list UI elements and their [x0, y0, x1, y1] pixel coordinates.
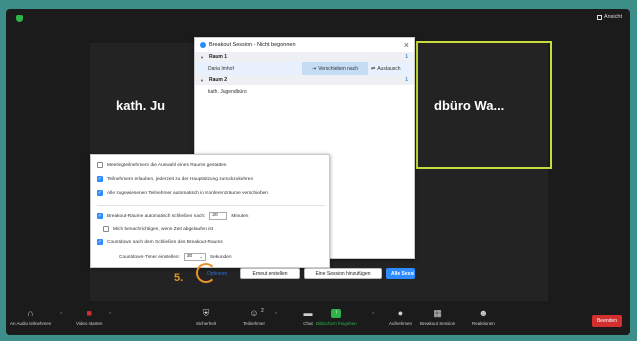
collapse-triangle-icon[interactable]: ▼: [200, 78, 204, 83]
option-label: Countdown nach dem Schließen des Breakou…: [107, 239, 223, 245]
reactions-icon: ☻: [478, 308, 489, 318]
video-options-caret-icon[interactable]: ⌃: [108, 312, 112, 318]
zoom-app-icon: [200, 42, 206, 48]
chat-label: Chat: [303, 321, 313, 326]
join-audio-label: An Audio teilnehmen: [10, 321, 52, 326]
countdown-value: 30: [186, 254, 193, 259]
participants-icon: ☺: [249, 308, 259, 318]
checkbox[interactable]: [97, 162, 103, 168]
add-session-button[interactable]: Eine Session hinzufügen: [304, 268, 382, 279]
breakout-session-label: Breakout Session: [420, 321, 456, 326]
recreate-button[interactable]: Erneut erstellen: [240, 268, 300, 279]
step-number-annotation: 5.: [174, 272, 184, 284]
top-bar: Ansicht: [6, 9, 630, 27]
highlight-circle-annotation: [196, 263, 216, 283]
reactions-button[interactable]: ☻ Reaktionen: [472, 308, 495, 327]
checkbox-checked[interactable]: ✓: [97, 239, 103, 245]
headphones-icon: ∩: [27, 308, 34, 318]
checkbox[interactable]: [103, 226, 109, 232]
move-to-button[interactable]: ⇥ Verschieben nach: [302, 62, 368, 75]
countdown-select[interactable]: 30 ⌄: [183, 253, 206, 261]
room-count: 1: [405, 77, 408, 83]
option-label: Alle zugewiesenen Teilnehmer automatisch…: [107, 190, 268, 196]
view-button[interactable]: Ansicht: [596, 14, 622, 20]
share-screen-label: Bildschirm freigeben: [316, 321, 357, 326]
seconds-label: Sekunden: [209, 254, 232, 260]
start-video-button[interactable]: ■ Video starten: [76, 308, 103, 327]
participants-caret-icon[interactable]: ⌃: [274, 312, 278, 318]
shield-icon: ⛨: [202, 308, 210, 318]
countdown-timer-row: Countdown-Timer einstellen: 30 ⌄ Sekunde…: [119, 253, 232, 261]
participant-name: kath. Jugendbüro: [208, 88, 247, 95]
allow-return-option[interactable]: ✓ Teilnehmern erlauben, jederzeit zu der…: [97, 176, 253, 182]
options-panel: Meetingteilnehmern die Auswahl eines Rau…: [90, 154, 330, 268]
room-header[interactable]: ▼ Raum 1 1: [195, 52, 414, 62]
option-label: Meetingteilnehmern die Auswahl eines Rau…: [107, 162, 227, 168]
room-header[interactable]: ▼ Raum 2 1: [195, 75, 414, 85]
share-caret-icon[interactable]: ⌃: [371, 312, 375, 318]
room-count: 1: [405, 54, 408, 60]
countdown-label: Countdown-Timer einstellen:: [119, 254, 180, 260]
swap-label: Austausch: [377, 65, 401, 72]
end-meeting-button[interactable]: Beenden: [591, 315, 622, 327]
dialog-title: Breakout Session - Nicht begonnen: [209, 42, 296, 48]
room-name: Raum 1: [208, 54, 228, 60]
notify-option[interactable]: Mich benachrichtigen, wenn Zeit abgelauf…: [103, 226, 213, 232]
security-button[interactable]: ⛨ Sicherheit: [196, 308, 217, 327]
reactions-label: Reaktionen: [472, 321, 495, 326]
chat-button[interactable]: ▬ Chat: [303, 308, 313, 327]
collapse-triangle-icon[interactable]: ▼: [200, 55, 204, 60]
checkbox-checked[interactable]: ✓: [97, 213, 103, 219]
share-screen-button[interactable]: ↑ Bildschirm freigeben: [316, 309, 357, 326]
auto-close-minutes-input[interactable]: 20: [209, 212, 228, 220]
move-icon: ⇥: [312, 65, 317, 72]
minutes-label: Minuten: [231, 213, 249, 219]
grid-icon: [596, 14, 602, 20]
move-to-label: Verschieben nach: [318, 65, 358, 72]
video-off-icon: ■: [86, 308, 92, 318]
record-label: Aufnehmen: [389, 321, 413, 326]
security-label: Sicherheit: [196, 321, 217, 326]
share-screen-icon: ↑: [331, 309, 342, 318]
room-name: Raum 2: [208, 77, 228, 83]
divider: [97, 205, 325, 206]
chevron-down-icon: ⌄: [199, 254, 203, 259]
option-label: Teilnehmern erlauben, jederzeit zu der H…: [107, 176, 254, 182]
checkbox-checked[interactable]: ✓: [97, 176, 103, 182]
view-label: Ansicht: [603, 14, 622, 20]
encryption-shield-icon[interactable]: [16, 15, 23, 22]
participant-row[interactable]: kath. Jugendbüro: [195, 85, 414, 98]
breakout-session-button[interactable]: ▦ Breakout Session: [420, 308, 456, 327]
record-icon: ●: [397, 308, 404, 318]
countdown-option[interactable]: ✓ Countdown nach dem Schließen des Break…: [97, 239, 223, 245]
close-icon[interactable]: ×: [404, 40, 409, 50]
participant-name-right: dbüro Wa...: [434, 98, 505, 113]
auto-close-option[interactable]: ✓ Breakout-Räume automatisch schließen n…: [97, 212, 248, 220]
start-video-label: Video starten: [76, 321, 103, 326]
participants-count: 2: [261, 308, 264, 314]
participant-name-left: kath. Ju: [116, 98, 166, 113]
option-label: Mich benachrichtigen, wenn Zeit abgelauf…: [113, 226, 213, 232]
swap-button[interactable]: ⇄ Austausch: [371, 62, 401, 75]
open-all-sessions-button[interactable]: Alle Sessions öffnen: [386, 268, 415, 279]
option-label: Breakout-Räume automatisch schließen nac…: [107, 213, 206, 219]
auto-move-option[interactable]: ✓ Alle zugewiesenen Teilnehmer automatis…: [97, 190, 268, 196]
participant-name: Daria Imhof: [208, 65, 234, 72]
checkbox-checked[interactable]: ✓: [97, 190, 103, 196]
chat-icon: ▬: [303, 308, 313, 318]
join-audio-button[interactable]: ∩ An Audio teilnehmen: [10, 308, 52, 327]
record-button[interactable]: ● Aufnehmen: [389, 308, 413, 327]
meeting-toolbar: ∩ An Audio teilnehmen ⌃ ■ Video starten …: [6, 305, 630, 335]
audio-options-caret-icon[interactable]: ⌃: [59, 312, 63, 318]
participant-row[interactable]: Daria Imhof ⇥ Verschieben nach ⇄ Austaus…: [195, 62, 414, 75]
breakout-rooms-icon: ▦: [433, 308, 442, 318]
dialog-titlebar: Breakout Session - Nicht begonnen: [195, 38, 414, 52]
participants-label: Teilnehmer: [243, 321, 266, 326]
allow-choose-room-option[interactable]: Meetingteilnehmern die Auswahl eines Rau…: [97, 162, 226, 168]
swap-icon: ⇄: [371, 65, 376, 72]
